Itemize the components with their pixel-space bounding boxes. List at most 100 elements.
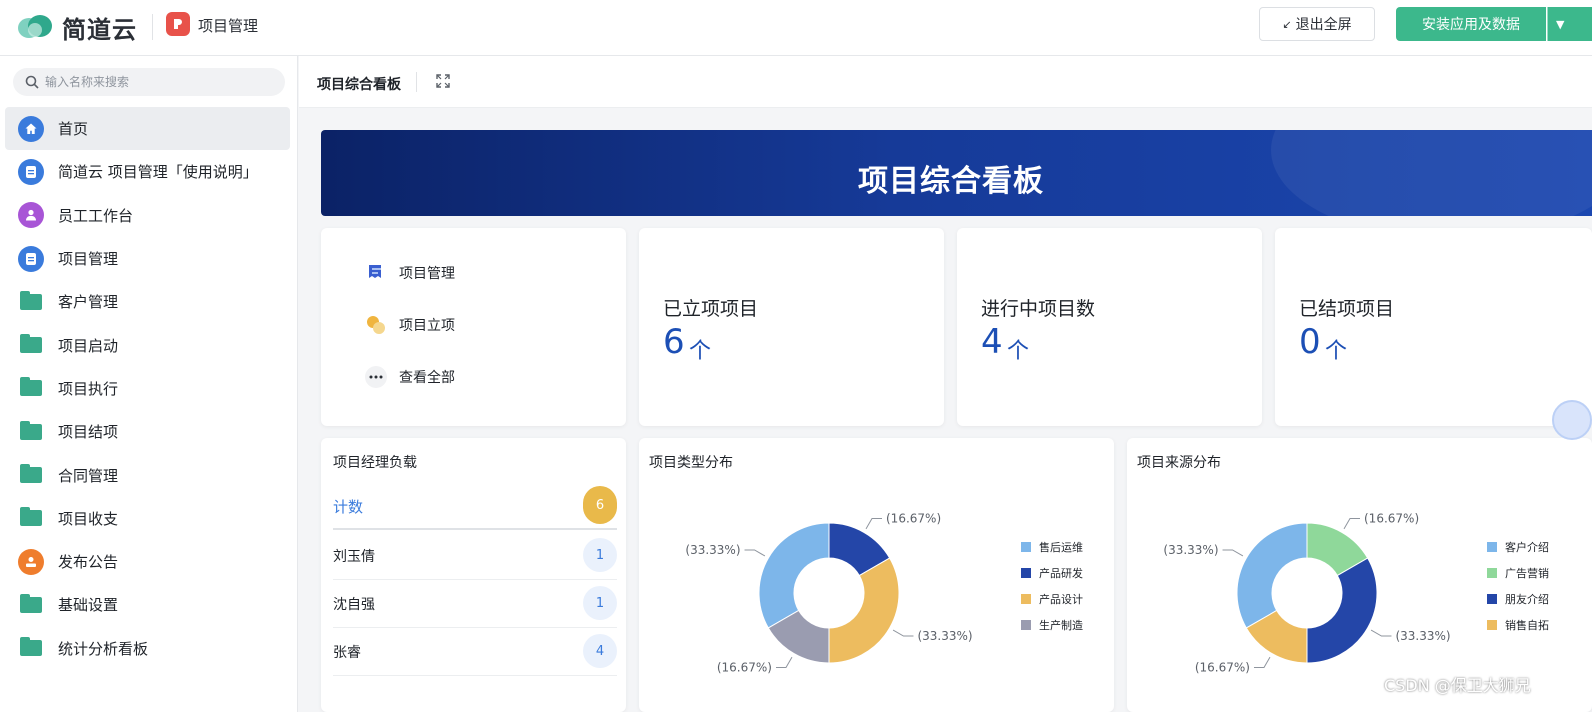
pie-slice[interactable]	[758, 522, 830, 629]
pm-name: 沈自强	[333, 597, 375, 613]
quick-link-project-initiation[interactable]: 项目立项	[365, 314, 455, 336]
legend-item[interactable]: 产品研发	[1021, 560, 1083, 586]
sidebar-item-label: 合同管理	[58, 466, 119, 485]
announce-icon	[18, 548, 44, 575]
legend-label: 生产制造	[1039, 619, 1083, 632]
sidebar-item-instructions[interactable]: 简道云 项目管理「使用说明」	[5, 150, 290, 193]
legend-swatch	[1487, 620, 1497, 630]
floating-assistant-button[interactable]	[1552, 400, 1592, 440]
quick-link-label: 项目管理	[399, 266, 455, 282]
legend-label: 广告营销	[1505, 567, 1549, 580]
exit-fullscreen-button[interactable]: ↙ 退出全屏	[1259, 7, 1375, 41]
chevron-down-icon: ▼	[1556, 17, 1565, 31]
sidebar-item-label: 项目管理	[58, 250, 119, 269]
legend-swatch	[1487, 568, 1497, 578]
count-badge: 6	[583, 486, 617, 524]
install-app-button[interactable]: 安装应用及数据	[1396, 7, 1546, 41]
legend-item[interactable]: 销售自拓	[1487, 612, 1549, 638]
sidebar-item-label: 项目启动	[58, 336, 119, 355]
app-name[interactable]: 项目管理	[198, 15, 258, 36]
sidebar-item-contract-management[interactable]: 合同管理	[5, 453, 290, 496]
sidebar-item-home[interactable]: 首页	[5, 107, 290, 151]
pie-slice[interactable]	[1236, 522, 1308, 629]
label-leader-line	[1253, 656, 1271, 668]
data-label: (33.33%)	[1395, 629, 1450, 643]
quick-link-project-management[interactable]: 项目管理	[365, 262, 455, 284]
stat-card-closed[interactable]: 已结项项目 0 个	[1275, 228, 1592, 426]
quick-link-view-all[interactable]: 查看全部	[365, 366, 455, 388]
sidebar-item-project-execution[interactable]: 项目执行	[5, 367, 290, 410]
expand-icon[interactable]	[435, 73, 451, 89]
project-source-chart-card: 项目来源分布 (33.33%) (16.67%) (33.33%) (16.67%) …	[1127, 438, 1592, 712]
table-row[interactable]: 沈自强 1	[333, 580, 617, 628]
data-label: (16.67%)	[1195, 660, 1250, 674]
table-row[interactable]: 刘玉倩 1	[333, 532, 617, 580]
sidebar: 首页 简道云 项目管理「使用说明」 员工工作台 项目管理 客户管理 项目启动	[0, 56, 298, 712]
chart-legend: 客户介绍 广告营销 朋友介绍 销售自拓	[1487, 534, 1549, 638]
legend-label: 销售自拓	[1505, 619, 1549, 632]
sidebar-item-project-start[interactable]: 项目启动	[5, 323, 290, 366]
sidebar-item-label: 客户管理	[58, 293, 119, 312]
folder-icon	[20, 290, 42, 310]
data-label: (33.33%)	[917, 629, 972, 643]
legend-item[interactable]: 广告营销	[1487, 560, 1549, 586]
divider	[416, 72, 417, 92]
stat-label: 已结项项目	[1299, 298, 1395, 320]
data-label: (33.33%)	[685, 543, 740, 557]
folder-icon	[20, 637, 42, 657]
sidebar-item-label: 简道云 项目管理「使用说明」	[58, 163, 258, 182]
pm-header-row[interactable]: 计数 6	[333, 482, 617, 530]
table-row[interactable]: 张睿 4	[333, 628, 617, 676]
project-type-chart-card: 项目类型分布 (33.33%) (16.67%) (33.33%) (16.67%) …	[639, 438, 1114, 712]
sidebar-item-project-management[interactable]: 项目管理	[5, 237, 290, 280]
sidebar-item-basic-settings[interactable]: 基础设置	[5, 583, 290, 626]
top-bar: 简道云 项目管理 ↙ 退出全屏 安装应用及数据 ▼	[0, 0, 1592, 56]
sidebar-item-analytics-dashboard[interactable]: 统计分析看板	[5, 627, 290, 670]
stat-value: 4	[981, 322, 1003, 362]
label-leader-line	[1370, 629, 1392, 637]
pm-load-card: 项目经理负载 计数 6 刘玉倩 1 沈自强 1 张睿 4	[321, 438, 626, 712]
stat-card-in-progress[interactable]: 进行中项目数 4 个	[957, 228, 1262, 426]
folder-icon	[20, 593, 42, 613]
data-label: (16.67%)	[1364, 512, 1419, 526]
stat-card-approved[interactable]: 已立项项目 6 个	[639, 228, 944, 426]
sidebar-item-project-closure[interactable]: 项目结项	[5, 410, 290, 453]
count-badge: 1	[583, 538, 617, 572]
sidebar-item-project-finance[interactable]: 项目收支	[5, 497, 290, 540]
search-box[interactable]	[13, 68, 285, 96]
panel-title: 项目经理负载	[333, 455, 417, 471]
stat-unit: 个	[1325, 339, 1348, 364]
sidebar-item-announcements[interactable]: 发布公告	[5, 540, 290, 583]
label-leader-line	[892, 629, 914, 637]
search-input[interactable]	[45, 75, 265, 89]
divider	[152, 14, 153, 40]
logo-text: 简道云	[62, 15, 137, 44]
pie-slice[interactable]	[828, 557, 900, 664]
legend-item[interactable]: 售后运维	[1021, 534, 1083, 560]
legend-item[interactable]: 朋友介绍	[1487, 586, 1549, 612]
data-label: (16.67%)	[886, 512, 941, 526]
form-icon	[365, 262, 387, 284]
chart-legend: 售后运维 产品研发 产品设计 生产制造	[1021, 534, 1083, 638]
legend-item[interactable]: 客户介绍	[1487, 534, 1549, 560]
user-icon	[18, 202, 44, 229]
brand-logo[interactable]: 简道云	[16, 10, 137, 44]
legend-label: 产品研发	[1039, 567, 1083, 580]
dashboard-banner: 项目综合看板	[321, 130, 1592, 216]
count-badge: 4	[583, 634, 617, 668]
pm-header-label: 计数	[333, 498, 364, 516]
search-icon	[25, 75, 39, 89]
legend-label: 售后运维	[1039, 541, 1083, 554]
sidebar-item-label: 项目结项	[58, 423, 119, 442]
stat-label: 进行中项目数	[981, 298, 1096, 320]
sidebar-item-customer-management[interactable]: 客户管理	[5, 280, 290, 323]
install-dropdown-button[interactable]: ▼	[1547, 7, 1592, 41]
doc-icon	[18, 245, 44, 272]
legend-item[interactable]: 生产制造	[1021, 612, 1083, 638]
folder-icon	[20, 377, 42, 397]
pie-slice[interactable]	[1306, 557, 1378, 664]
quick-link-label: 查看全部	[399, 370, 455, 386]
data-label: (16.67%)	[717, 660, 772, 674]
sidebar-item-employee-workbench[interactable]: 员工工作台	[5, 194, 290, 237]
legend-item[interactable]: 产品设计	[1021, 586, 1083, 612]
